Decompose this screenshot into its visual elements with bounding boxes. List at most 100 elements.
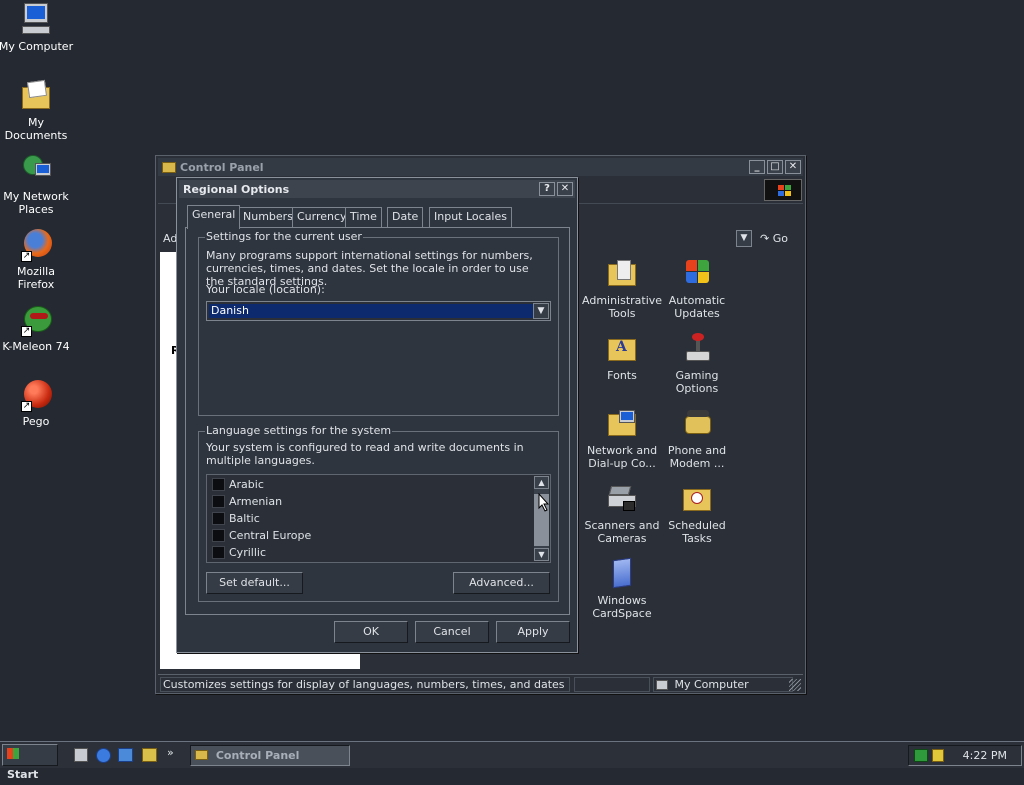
network-dialup-icon <box>605 408 639 440</box>
mouse-pointer-icon <box>538 493 550 512</box>
help-button[interactable]: ? <box>539 182 555 196</box>
desktop-icon-label: My Documents <box>4 116 68 142</box>
scanners-cameras-icon <box>605 483 639 515</box>
phone-modem-icon <box>680 408 714 440</box>
language-settings-group: Language settings for the system Your sy… <box>198 424 559 602</box>
show-desktop-icon[interactable] <box>74 748 88 762</box>
cp-item-label: Windows CardSpace <box>592 594 652 620</box>
cp-item-label: Fonts <box>607 369 637 382</box>
explorer-icon[interactable] <box>142 748 157 762</box>
cp-item-label: Network and Dial-up Co... <box>586 444 658 470</box>
cp-item-phone-modem[interactable]: Phone and Modem ... <box>657 408 737 470</box>
folder-icon <box>162 161 176 173</box>
status-zone: My Computer <box>653 677 793 692</box>
language-checkbox[interactable] <box>212 512 225 525</box>
language-list-item[interactable]: Arabic <box>209 476 529 493</box>
status-text: Customizes settings for display of langu… <box>160 677 570 692</box>
current-user-group-title: Settings for the current user <box>205 230 363 243</box>
language-list-item[interactable]: Baltic <box>209 510 529 527</box>
scroll-down-arrow-icon[interactable]: ▼ <box>534 548 549 561</box>
language-list-item[interactable]: Armenian <box>209 493 529 510</box>
apply-button[interactable]: Apply <box>496 621 570 643</box>
network-tray-icon[interactable] <box>914 749 928 762</box>
desktop-icon-my-computer[interactable]: My Computer <box>0 3 74 53</box>
current-user-group: Settings for the current user Many progr… <box>198 230 559 416</box>
go-arrow-icon: ↷ <box>760 232 770 245</box>
my-computer-icon <box>19 3 53 37</box>
system-tray: 4:22 PM <box>908 745 1022 766</box>
ok-button[interactable]: OK <box>334 621 408 643</box>
desktop-icon-label: My Computer <box>0 40 74 53</box>
cp-item-automatic-updates[interactable]: Automatic Updates <box>657 258 737 320</box>
taskbar: Start » Control Panel 4:22 PM <box>0 741 1024 781</box>
status-zone-label: My Computer <box>674 678 749 691</box>
cp-item-label: Scheduled Tasks <box>668 519 726 545</box>
pego-icon: ↗ <box>19 378 53 412</box>
cardspace-icon <box>605 557 639 590</box>
go-button[interactable]: ↷ Go <box>760 230 788 247</box>
desktop-icon-label: K-Meleon 74 <box>2 340 70 353</box>
internet-explorer-icon[interactable] <box>96 748 111 763</box>
cp-item-network-dialup[interactable]: Network and Dial-up Co... <box>582 408 662 470</box>
language-group-title: Language settings for the system <box>205 424 393 437</box>
windows-logo-icon <box>764 179 802 201</box>
language-checkbox[interactable] <box>212 529 225 542</box>
dialog-titlebar[interactable]: Regional Options ? ✕ <box>179 180 575 198</box>
quick-launch: » <box>68 746 178 766</box>
cp-item-label: Administrative Tools <box>582 294 663 320</box>
shortcut-arrow-icon: ↗ <box>21 401 32 412</box>
minimize-button[interactable]: _ <box>749 160 765 174</box>
cp-item-gaming-options[interactable]: Gaming Options <box>657 333 737 395</box>
desktop-icon-network-places[interactable]: My Network Places <box>0 153 74 216</box>
language-list-items: Arabic Armenian Baltic Central Europe Cyrill… <box>209 476 529 561</box>
taskbar-button-label: Control Panel <box>215 749 300 762</box>
administrative-tools-icon <box>605 258 639 290</box>
language-list-item[interactable]: Central Europe <box>209 527 529 544</box>
scroll-up-arrow-icon[interactable]: ▲ <box>534 476 549 489</box>
language-checkbox[interactable] <box>212 495 225 508</box>
language-list-item[interactable]: Cyrillic <box>209 544 529 561</box>
desktop-icon-pego[interactable]: ↗ Pego <box>0 378 74 428</box>
language-checkbox[interactable] <box>212 546 225 559</box>
my-documents-icon <box>19 79 53 113</box>
dialog-close-button[interactable]: ✕ <box>557 182 573 196</box>
cp-item-windows-cardspace[interactable]: Windows CardSpace <box>582 557 662 620</box>
taskbar-button-control-panel[interactable]: Control Panel <box>190 745 350 766</box>
clock[interactable]: 4:22 PM <box>963 749 1007 762</box>
language-label: Baltic <box>229 512 260 525</box>
advanced-button[interactable]: Advanced... <box>453 572 550 594</box>
cp-item-scheduled-tasks[interactable]: Scheduled Tasks <box>657 483 737 545</box>
tab-currency[interactable]: Currency <box>292 207 352 227</box>
cp-item-fonts[interactable]: A Fonts <box>582 333 662 382</box>
control-panel-titlebar[interactable]: Control Panel _ □ ✕ <box>158 158 803 176</box>
desktop-icon-my-documents[interactable]: My Documents <box>0 79 74 142</box>
tab-date[interactable]: Date <box>387 207 424 227</box>
cp-item-administrative-tools[interactable]: Administrative Tools <box>582 258 662 320</box>
cp-item-scanners-cameras[interactable]: Scanners and Cameras <box>582 483 662 545</box>
tab-input-locales[interactable]: Input Locales <box>429 207 512 227</box>
tab-general[interactable]: General <box>187 205 241 229</box>
control-panel-title: Control Panel <box>180 160 264 174</box>
desktop-icon-label: Mozilla Firefox <box>17 265 55 291</box>
status-empty-pane <box>574 677 650 692</box>
cancel-button[interactable]: Cancel <box>415 621 489 643</box>
desktop-icon-firefox[interactable]: ↗ Mozilla Firefox <box>0 228 74 291</box>
volume-tray-icon[interactable] <box>932 749 944 762</box>
desktop-icon-k-meleon[interactable]: ↗ K-Meleon 74 <box>0 303 74 353</box>
start-button[interactable]: Start <box>2 744 58 781</box>
language-list-scrollbar[interactable]: ▲ ▼ <box>534 476 549 561</box>
resize-grip-icon[interactable] <box>789 679 801 691</box>
tab-numbers[interactable]: Numbers <box>238 207 298 227</box>
chevron-down-icon[interactable]: ▼ <box>533 303 549 319</box>
tab-time[interactable]: Time <box>345 207 382 227</box>
language-label: Cyrillic <box>229 546 266 559</box>
set-default-button[interactable]: Set default... <box>206 572 303 594</box>
maximize-button[interactable]: □ <box>767 160 783 174</box>
language-list[interactable]: Arabic Armenian Baltic Central Europe Cyrill… <box>206 474 551 563</box>
language-checkbox[interactable] <box>212 478 225 491</box>
chevron-right-icon[interactable]: » <box>167 746 174 759</box>
outlook-express-icon[interactable] <box>118 748 133 762</box>
locale-dropdown[interactable]: Danish ▼ <box>206 301 551 321</box>
address-dropdown-button[interactable]: ▼ <box>736 230 752 247</box>
close-button[interactable]: ✕ <box>785 160 801 174</box>
